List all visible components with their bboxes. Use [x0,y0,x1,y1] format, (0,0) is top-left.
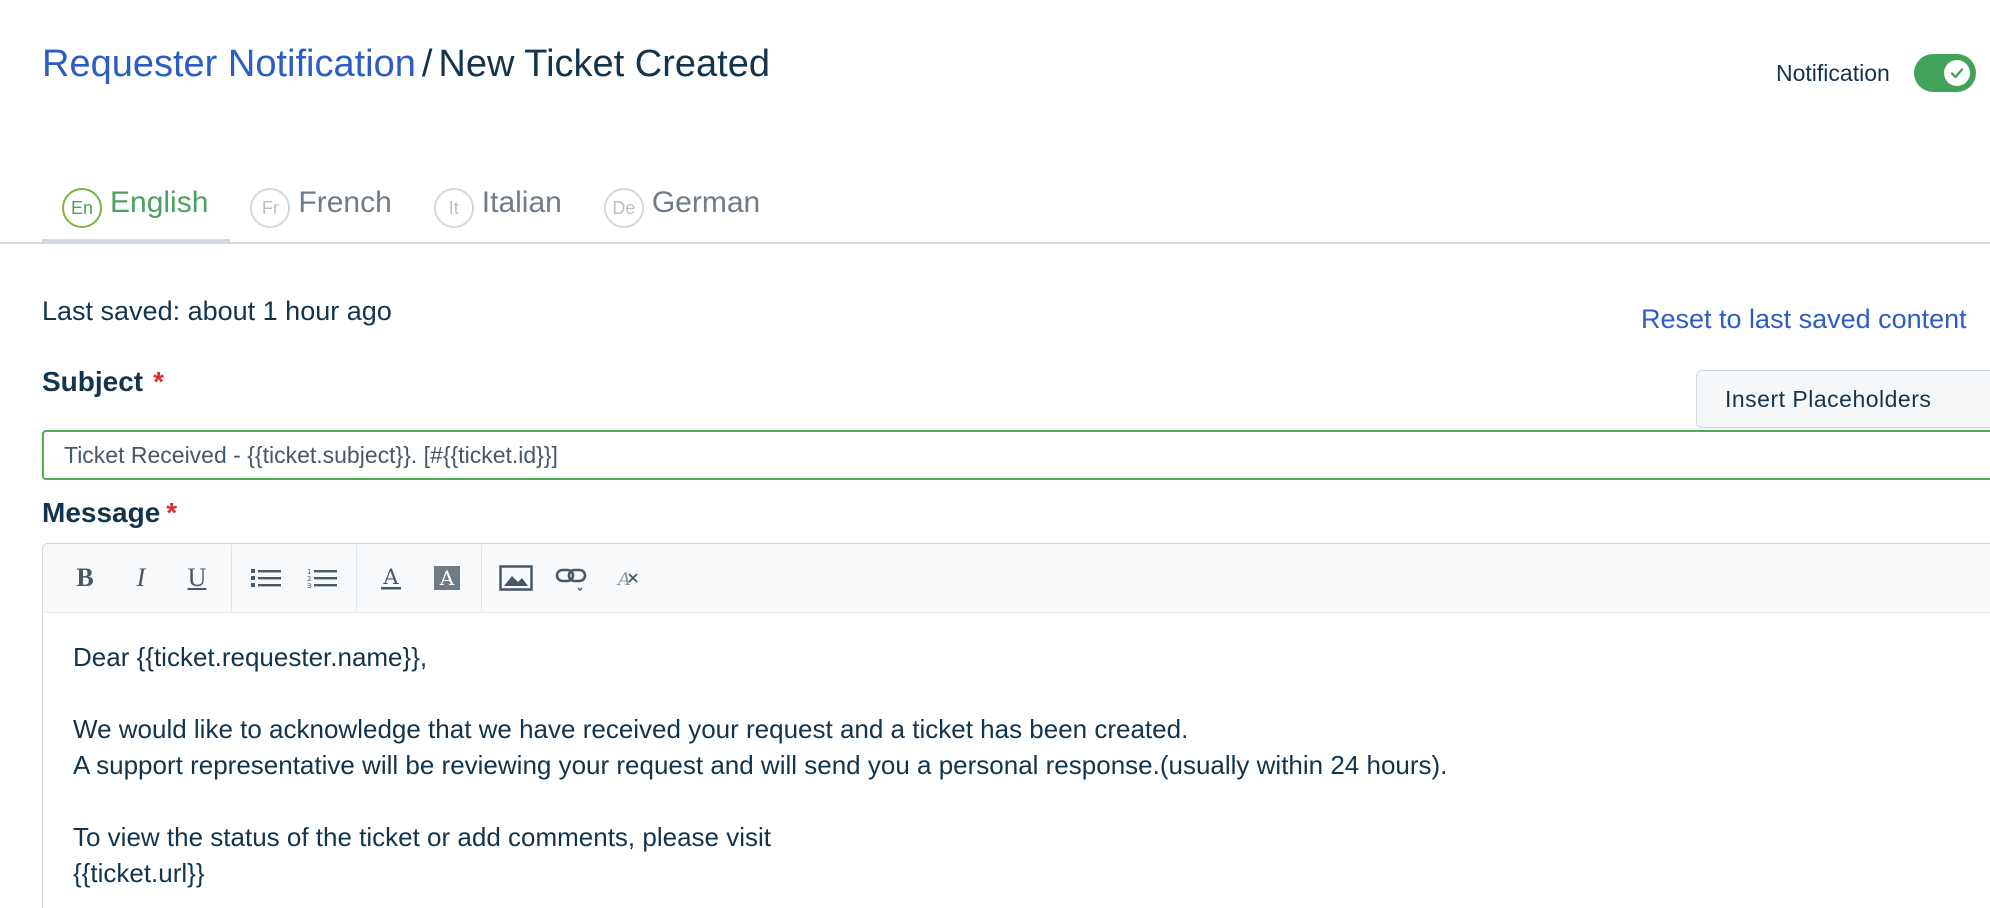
notification-toggle-group: Notification [1776,54,1976,92]
background-color-icon[interactable]: A [425,556,469,600]
message-line: A support representative will be reviewi… [73,750,1448,780]
tab-german[interactable]: De German [584,170,782,236]
required-star: * [153,366,165,397]
message-label: Message * [42,497,177,529]
svg-text:3: 3 [307,582,311,589]
bulleted-list-icon[interactable] [244,556,288,600]
message-line: Dear {{ticket.requester.name}}, [73,642,428,672]
message-line [73,783,1990,819]
check-icon [1950,68,1963,79]
insert-image-icon[interactable] [494,556,538,600]
tab-label: Italian [481,186,562,219]
message-body[interactable]: Dear {{ticket.requester.name}}, We would… [43,613,1990,891]
language-tabs: En English Fr French It Italian De Germa… [42,170,782,244]
message-line [73,675,1990,711]
message-editor: B I U 1 2 3 A A A Dear {{ticket.requeste… [42,543,1990,908]
message-line: To view the status of the ticket or add … [73,822,771,852]
tab-french[interactable]: Fr French [230,170,413,236]
required-star: * [166,497,178,528]
reset-to-saved-link[interactable]: Reset to last saved content [1641,304,1967,335]
italic-icon[interactable]: I [119,556,163,600]
svg-text:A: A [616,569,631,590]
insert-link-icon[interactable] [550,556,594,600]
tab-label: English [110,186,209,219]
tab-italian[interactable]: It Italian [414,170,584,236]
insert-placeholders-button[interactable]: Insert Placeholders [1696,370,1990,428]
language-badge-en: En [62,188,102,228]
font-color-icon[interactable]: A [369,556,413,600]
bold-icon[interactable]: B [63,556,107,600]
list-group: 1 2 3 [232,544,356,612]
tabs-divider [0,242,1990,244]
breadcrumb-separator: / [421,43,433,85]
subject-label-text: Subject [42,366,144,397]
notification-label: Notification [1776,59,1890,86]
toggle-knob [1943,60,1970,86]
clear-formatting-icon[interactable]: A [606,556,650,600]
message-line: We would like to acknowledge that we hav… [73,714,1189,744]
underline-icon[interactable]: U [175,556,219,600]
tab-label: French [298,186,392,219]
breadcrumb-link[interactable]: Requester Notification [42,43,416,85]
message-line: {{ticket.url}} [73,858,205,888]
notification-editor-page: Requester Notification / New Ticket Create… [0,0,1990,908]
breadcrumb-current: New Ticket Created [438,43,770,85]
page-title: Requester Notification / New Ticket Create… [42,38,770,90]
message-label-text: Message [42,497,161,528]
svg-text:A: A [382,565,399,589]
last-saved-text: Last saved: about 1 hour ago [42,296,392,326]
editor-toolbar: B I U 1 2 3 A A A [43,544,1990,613]
notification-toggle[interactable] [1913,54,1976,92]
color-group: A A [357,544,481,612]
insert-group: A [482,544,662,612]
subject-input[interactable] [42,430,1990,480]
subject-label: Subject * [42,366,164,398]
text-style-group: B I U [51,544,231,612]
language-badge-de: De [603,188,644,228]
svg-text:A: A [439,566,455,590]
tab-english[interactable]: En English [42,170,231,244]
tab-label: German [651,186,761,219]
language-badge-it: It [433,188,474,228]
language-badge-fr: Fr [250,188,291,228]
numbered-list-icon[interactable]: 1 2 3 [300,556,344,600]
